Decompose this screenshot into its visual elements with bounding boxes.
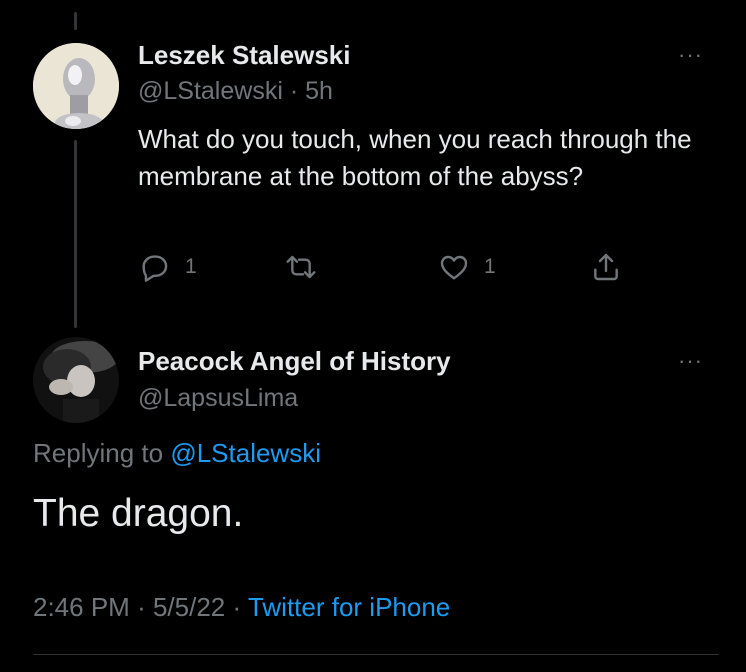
separator: · bbox=[137, 592, 146, 622]
reply-count: 1 bbox=[185, 255, 197, 278]
like-count: 1 bbox=[484, 255, 496, 278]
tweet-actions: 1 1 bbox=[0, 250, 746, 284]
reply-author-handle[interactable]: @LapsusLima bbox=[138, 384, 298, 413]
reply-date[interactable]: 5/5/22 bbox=[153, 592, 225, 622]
avatar[interactable] bbox=[33, 337, 119, 423]
author-name[interactable]: Leszek Stalewski bbox=[138, 40, 350, 71]
separator: · bbox=[232, 592, 242, 622]
more-options-icon[interactable]: ··· bbox=[678, 348, 703, 374]
reply-time[interactable]: 2:46 PM bbox=[33, 592, 130, 622]
source-link[interactable]: Twitter for iPhone bbox=[248, 592, 450, 622]
tweet-time[interactable]: 5h bbox=[305, 77, 333, 105]
author-handle-line: @LStalewski · 5h bbox=[138, 77, 333, 106]
speech-bubble-icon bbox=[142, 255, 168, 282]
reply-text: The dragon. bbox=[33, 492, 244, 535]
upload-icon bbox=[594, 253, 618, 281]
replying-to-mention[interactable]: @LStalewski bbox=[170, 438, 321, 468]
reply-author-name[interactable]: Peacock Angel of History bbox=[138, 346, 451, 377]
avatar-image bbox=[33, 43, 119, 129]
replying-to-label: Replying to bbox=[33, 438, 164, 468]
like-button[interactable]: 1 bbox=[438, 250, 496, 284]
replying-to-line: Replying to @LStalewski bbox=[33, 438, 321, 469]
divider bbox=[33, 654, 719, 655]
avatar-image bbox=[33, 337, 119, 423]
retweet-arrows-icon bbox=[286, 255, 316, 279]
separator: · bbox=[289, 77, 299, 105]
tweet-metadata: 2:46 PM · 5/5/22 · Twitter for iPhone bbox=[33, 592, 450, 623]
reply-button[interactable]: 1 bbox=[139, 250, 197, 284]
retweet-button[interactable] bbox=[285, 250, 317, 284]
thread-connector bbox=[74, 140, 77, 328]
share-button[interactable] bbox=[590, 250, 622, 284]
more-options-icon[interactable]: ··· bbox=[678, 42, 703, 68]
author-handle[interactable]: @LStalewski bbox=[138, 77, 283, 105]
avatar[interactable] bbox=[33, 43, 119, 129]
heart-icon bbox=[440, 255, 468, 280]
thread-connector-top bbox=[74, 12, 77, 30]
tweet-text: What do you touch, when you reach throug… bbox=[138, 124, 692, 191]
